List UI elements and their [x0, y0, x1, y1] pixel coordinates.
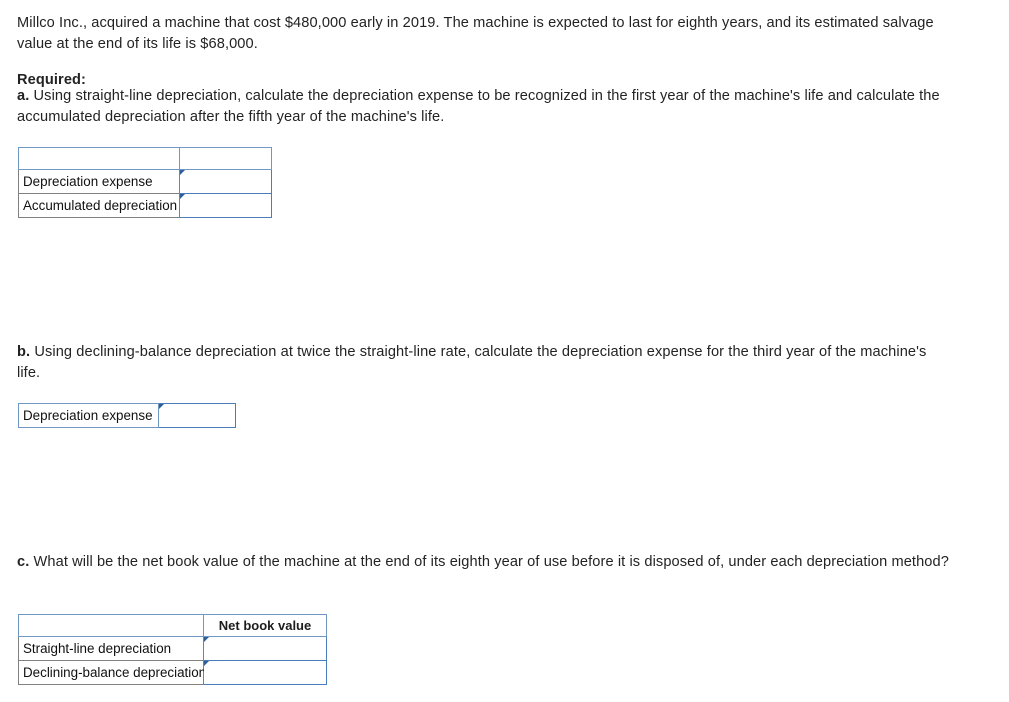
row-label-straight-line-depreciation: Straight-line depreciation	[18, 636, 204, 661]
straight-line-nbv-input[interactable]	[204, 638, 326, 659]
row-label-accumulated-depreciation: Accumulated depreciation	[18, 193, 180, 218]
input-cell-depreciation-expense[interactable]	[179, 169, 272, 194]
cell-marker-icon	[204, 661, 209, 666]
question-c-marker: c.	[17, 554, 30, 570]
input-cell-accumulated-depreciation[interactable]	[179, 193, 272, 218]
intro-paragraph: Millco Inc., acquired a machine that cos…	[17, 13, 947, 55]
question-b: b. Using declining-balance depreciation …	[17, 342, 929, 384]
cell-marker-icon	[180, 170, 185, 175]
table-row: Depreciation expense	[18, 169, 272, 194]
table-c-header-label-cell	[18, 614, 204, 637]
table-a-header-label-cell	[18, 147, 180, 170]
question-a-text: Using straight-line depreciation, calcul…	[17, 88, 940, 125]
row-label-declining-balance-depreciation: Declining-balance depreciation	[18, 660, 206, 685]
input-cell-straight-line-nbv[interactable]	[203, 636, 327, 661]
table-a-header-row	[18, 147, 272, 170]
question-b-marker: b.	[17, 344, 31, 360]
input-cell-depreciation-expense-b[interactable]	[158, 403, 236, 428]
question-a: a. Using straight-line depreciation, cal…	[17, 86, 947, 128]
declining-balance-nbv-input[interactable]	[204, 662, 326, 683]
question-c: c. What will be the net book value of th…	[17, 552, 952, 573]
row-label-depreciation-expense: Depreciation expense	[18, 169, 180, 194]
cell-marker-icon	[180, 194, 185, 199]
question-c-text: What will be the net book value of the m…	[29, 554, 949, 570]
table-straight-line-depreciation: Depreciation expense Accumulated depreci…	[18, 147, 272, 218]
table-c-header-net-book-value: Net book value	[203, 614, 327, 637]
table-declining-balance-depreciation: Depreciation expense	[18, 403, 236, 428]
table-net-book-value: Net book value Straight-line depreciatio…	[18, 614, 327, 685]
table-row: Depreciation expense	[18, 403, 236, 428]
cell-marker-icon	[204, 637, 209, 642]
question-b-text: Using declining-balance depreciation at …	[17, 344, 927, 381]
depreciation-expense-third-year-input[interactable]	[159, 405, 235, 426]
question-page: Millco Inc., acquired a machine that cos…	[0, 0, 1009, 702]
table-row: Accumulated depreciation	[18, 193, 272, 218]
table-a-header-value-cell	[179, 147, 272, 170]
table-row: Straight-line depreciation	[18, 636, 327, 661]
intro-text: Millco Inc., acquired a machine that cos…	[17, 15, 934, 52]
input-cell-declining-balance-nbv[interactable]	[203, 660, 327, 685]
depreciation-expense-input[interactable]	[180, 171, 271, 192]
row-label-depreciation-expense: Depreciation expense	[18, 403, 159, 428]
cell-marker-icon	[159, 404, 164, 409]
table-row: Declining-balance depreciation	[18, 660, 327, 685]
table-c-header-row: Net book value	[18, 614, 327, 637]
accumulated-depreciation-input[interactable]	[180, 195, 271, 216]
question-a-marker: a.	[17, 88, 30, 104]
